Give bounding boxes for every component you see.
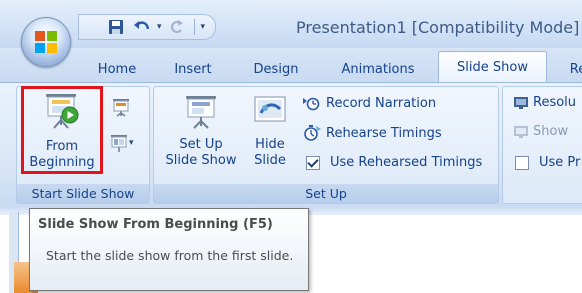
office-button[interactable] [21,17,71,67]
rehearse-timings-icon [304,125,321,141]
use-presenter-view-checkbox[interactable] [515,155,529,170]
undo-icon[interactable] [131,17,153,37]
quick-access-toolbar: ▾ ▾ [78,14,217,40]
window-title: Presentation1 [Compatibility Mode] - [296,18,582,37]
highlight-box [21,86,103,174]
setup-label-line2: Slide Show [165,153,237,168]
title-bar: ▾ ▾ Presentation1 [Compatibility Mode] - [0,0,582,49]
setup-group: Set Up Slide Show Hide Slide Record Narr… [153,86,499,204]
from-current-slide-icon[interactable] [111,97,131,117]
rehearse-timings-label: Rehearse Timings [326,125,442,141]
hide-label-line2: Slide [254,153,286,168]
hide-label-line1: Hide [255,137,285,152]
record-narration-icon [303,97,320,111]
tab-review-partial[interactable]: Re [566,58,582,80]
record-narration-label: Record Narration [326,95,437,111]
rehearse-timings-button[interactable]: Rehearse Timings [302,124,442,142]
start-slide-show-group-label: Start Slide Show [17,184,149,203]
setup-slide-show-button[interactable]: Set Up Slide Show [160,93,242,169]
tab-design[interactable]: Design [244,58,308,80]
tab-animations[interactable]: Animations [331,58,425,80]
ribbon-tab-row: Home Insert Design Animations Slide Show… [0,48,582,83]
office-logo-icon [35,31,57,53]
hide-slide-button[interactable]: Hide Slide [246,95,294,169]
resolution-label: Resolu [533,95,577,110]
save-icon[interactable] [105,17,127,37]
setup-label-line1: Set Up [179,137,223,152]
show-on-label: Show [533,124,569,139]
redo-icon[interactable] [166,17,188,37]
powerpoint-window: ▾ ▾ Presentation1 [Compatibility Mode] -… [0,0,582,293]
undo-dropdown-icon[interactable]: ▾ [157,22,162,32]
custom-slide-show-icon[interactable]: ▾ [109,133,134,153]
custom-slide-show-dropdown-icon: ▾ [129,138,134,148]
tooltip: Slide Show From Beginning (F5) Start the… [29,208,309,291]
hide-slide-icon [254,96,286,122]
show-on-dropdown[interactable]: Show [513,124,568,139]
use-rehearsed-timings-label: Use Rehearsed Timings [330,155,483,170]
customize-dropdown-icon[interactable]: ▾ [201,22,206,32]
use-presenter-view-option[interactable]: Use Pr [515,155,580,170]
setup-slide-show-icon [186,96,216,129]
use-rehearsed-timings-option[interactable]: Use Rehearsed Timings [306,155,482,170]
tab-slide-show[interactable]: Slide Show [438,51,547,83]
monitors-group: Resolu Show Use Pr [502,86,582,204]
toolbar-separator [193,19,195,35]
tooltip-description: Start the slide show from the first slid… [46,248,294,263]
use-rehearsed-timings-checkbox[interactable] [306,155,320,170]
tab-home[interactable]: Home [90,58,144,80]
monitor-icon [514,96,528,109]
show-on-monitor-icon [514,125,528,138]
record-narration-button[interactable]: Record Narration [302,95,436,111]
resolution-dropdown[interactable]: Resolu [513,95,576,110]
setup-group-label: Set Up [154,184,498,203]
use-presenter-view-label: Use Pr [539,155,581,170]
tab-insert[interactable]: Insert [165,58,221,80]
tooltip-title: Slide Show From Beginning (F5) [38,217,273,232]
